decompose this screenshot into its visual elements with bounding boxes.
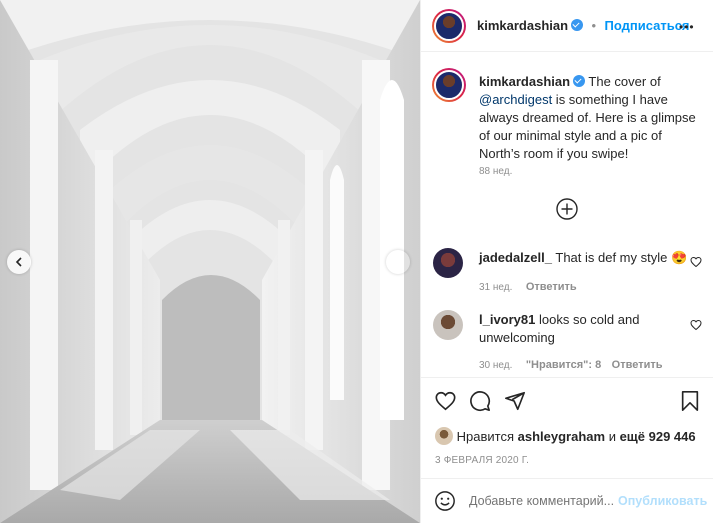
verified-icon [571, 19, 584, 31]
post-panel: kimkardashian • Подписаться ••• kimkarda… [420, 0, 713, 523]
liker-username[interactable]: ashleygraham [518, 429, 605, 444]
liker-avatar[interactable] [435, 427, 453, 445]
plus-circle-icon [556, 198, 578, 220]
prev-slide-button[interactable] [7, 250, 31, 274]
chevron-left-icon [15, 257, 22, 267]
share-icon [505, 391, 525, 411]
emoji-button[interactable] [434, 490, 456, 517]
publish-button[interactable]: Опубликовать [618, 494, 707, 508]
comment-like-button[interactable] [690, 318, 702, 336]
username[interactable]: kimkardashian [477, 18, 568, 33]
heart-icon [690, 319, 702, 331]
comment-input[interactable] [469, 492, 614, 510]
bookmark-icon [681, 391, 699, 411]
comment: jadedalzell_ That is def my style 😍 [479, 249, 689, 267]
comment-username[interactable]: jadedalzell_ [479, 250, 552, 265]
reply-button[interactable]: Ответить [612, 359, 663, 371]
comment-like-button[interactable] [690, 255, 702, 273]
comment-bar: Опубликовать [421, 478, 713, 523]
post-photo[interactable] [0, 0, 420, 523]
comment-time: 31 нед. [479, 282, 513, 293]
heart-icon [435, 391, 456, 411]
comment-time: 30 нед. [479, 360, 513, 371]
heart-icon [690, 256, 702, 268]
comment-icon [470, 391, 491, 412]
comment-meta: 30 нед. "Нравится": 8 Ответить [479, 355, 663, 373]
comment-username[interactable]: l_ivory81 [479, 312, 535, 327]
caption-time: 88 нед. [479, 166, 513, 177]
likes-count[interactable]: ещё 929 446 [620, 429, 696, 444]
verified-icon [573, 75, 586, 87]
comment-text: That is def my style 😍 [555, 250, 688, 265]
follow-button[interactable]: Подписаться [605, 18, 690, 33]
more-icon: ••• [679, 20, 695, 34]
post-date: 3 ФЕВРАЛЯ 2020 Г. [435, 455, 530, 466]
caption-avatar[interactable] [432, 68, 466, 102]
action-bar: Нравится ashleygraham и ещё 929 446 3 ФЕ… [421, 377, 713, 466]
post-header: kimkardashian • Подписаться ••• [421, 0, 713, 52]
next-slide-button[interactable] [386, 250, 410, 274]
bookmark-button[interactable] [680, 390, 700, 417]
caption: kimkardashian The cover of @archdigest i… [479, 73, 701, 163]
comment-avatar[interactable] [433, 310, 463, 340]
emoji-icon [435, 491, 455, 511]
corridor-image [0, 0, 420, 523]
caption-username[interactable]: kimkardashian [479, 74, 570, 89]
comment-likes[interactable]: "Нравится": 8 [526, 359, 601, 371]
caption-text: The cover of [585, 74, 661, 89]
likes-prefix: Нравится [456, 429, 514, 444]
comment-meta: 31 нед. Ответить [479, 277, 577, 295]
share-button[interactable] [504, 390, 526, 417]
dot-separator: • [591, 18, 597, 33]
reply-button[interactable]: Ответить [526, 281, 577, 293]
avatar[interactable] [432, 9, 466, 43]
chevron-right-icon [395, 257, 402, 267]
comment-avatar[interactable] [433, 248, 463, 278]
more-options-button[interactable]: ••• [679, 18, 695, 36]
mention-link[interactable]: @archdigest [479, 92, 552, 107]
comment: l_ivory81 looks so cold and unwelcoming [479, 311, 679, 347]
comment-button[interactable] [469, 390, 491, 417]
likes-summary: Нравится ashleygraham и ещё 929 446 [435, 427, 696, 445]
like-button[interactable] [434, 390, 457, 417]
load-more-comments-button[interactable] [556, 198, 578, 225]
likes-conj: и [608, 429, 616, 444]
